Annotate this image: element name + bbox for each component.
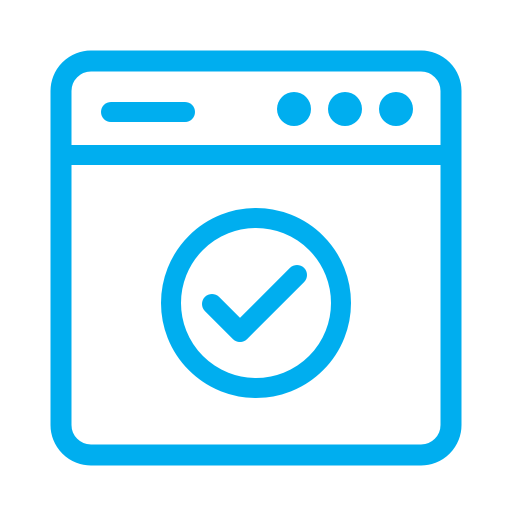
icon-canvas <box>0 0 512 512</box>
window-dot-1 <box>277 92 311 126</box>
browser-window-check-icon <box>50 50 462 466</box>
window-dot-3 <box>379 92 413 126</box>
checkmark-icon <box>202 265 307 342</box>
window-dot-2 <box>328 92 362 126</box>
